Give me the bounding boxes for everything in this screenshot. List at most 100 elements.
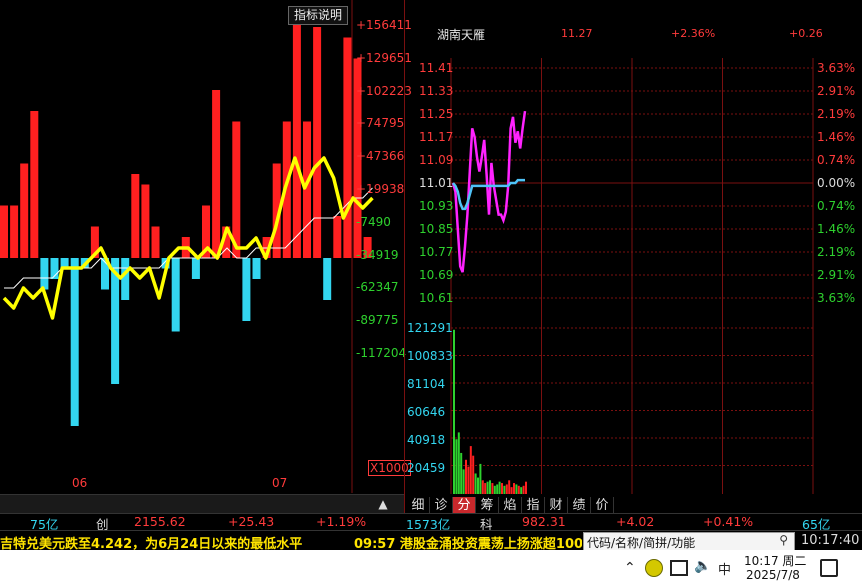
stock-change-pct: +2.36% <box>671 27 716 40</box>
pct-tick-label: 1.46% <box>817 222 856 236</box>
axis-tick-label: -7490 <box>356 214 391 229</box>
volume-bar <box>508 480 511 494</box>
axis-tick-label: -117204 <box>356 346 407 360</box>
volume-bar <box>520 487 523 494</box>
price-tick-label: 10.69 <box>419 268 454 282</box>
month-label: 06 <box>72 476 88 490</box>
axis-tick-label: -34919 <box>356 247 399 262</box>
pct-tick-label: 0.74% <box>817 153 856 167</box>
search-box[interactable]: 代码/名称/简拼/功能 ⚲ <box>583 532 795 551</box>
price-tick-label: 11.17 <box>419 130 454 144</box>
volume-bar <box>517 485 520 494</box>
flow-bar <box>171 258 180 332</box>
volume-bar <box>522 485 525 494</box>
chinext-change: +25.43 <box>228 514 275 529</box>
volume-bar <box>453 329 455 494</box>
chinext-pct: +1.19% <box>316 514 367 529</box>
view-tab-bar: 细诊分筹焰指财绩价 <box>407 494 647 515</box>
taskbar-date[interactable]: 2025/7/8 <box>746 568 800 582</box>
taskbar-time[interactable]: 10:17 周二 <box>744 552 806 569</box>
volume-bar <box>510 487 513 494</box>
flow-bar <box>30 111 39 258</box>
flow-bar <box>252 258 261 279</box>
flow-bar <box>343 37 352 258</box>
volume-bar <box>493 485 496 494</box>
left-chart-svg <box>0 0 374 493</box>
volume-bar <box>477 477 479 494</box>
app-tray-icon[interactable] <box>645 559 663 577</box>
volume-tick-label: 20459 <box>407 461 446 475</box>
flow-bar <box>212 90 221 258</box>
volume-tick-label: 60646 <box>407 405 446 419</box>
flow-bar <box>151 226 160 258</box>
volume-bar <box>465 459 467 494</box>
price-tick-label: 11.01 <box>419 176 454 190</box>
ime-indicator[interactable]: 中 <box>718 559 731 578</box>
windows-taskbar: ⌃ 🔈 中 10:17 周二 2025/7/8 <box>0 550 862 587</box>
pct-tick-label: 0.74% <box>817 199 856 213</box>
volume-bar <box>486 481 489 494</box>
axis-tick-label: -89775 <box>356 313 399 328</box>
volume-bar <box>496 484 499 494</box>
flow-bar <box>333 216 342 258</box>
volume-bar <box>498 481 501 494</box>
volume-bar <box>484 483 487 494</box>
axis-tick-label: +74795 <box>356 116 405 131</box>
network-icon[interactable] <box>670 560 688 576</box>
flow-bar <box>10 205 19 258</box>
indicator-help-button[interactable]: 指标说明 <box>288 6 348 25</box>
price-tick-label: 11.09 <box>419 153 454 167</box>
flow-bar <box>40 258 49 290</box>
pct-tick-label: 0.00% <box>817 176 856 190</box>
left-chart-panel: 指标说明 +156411 +129651 +102223 +74795 +47366 +1… <box>0 0 412 493</box>
volume-icon[interactable]: 🔈 <box>694 558 711 574</box>
star-change: +4.02 <box>616 514 655 529</box>
flow-bar <box>20 163 29 258</box>
volume-bar <box>467 466 470 494</box>
flow-bar <box>323 258 332 300</box>
volume-bar <box>462 469 465 494</box>
volume-tick-label: 100833 <box>407 349 453 363</box>
flow-bar <box>141 184 150 258</box>
volume-bar <box>460 452 463 494</box>
left-axis-labels: +156411 +129651 +102223 +74795 +47366 +19938-… <box>352 0 412 493</box>
pct-tick-label: 3.63% <box>817 61 856 75</box>
flow-bar <box>191 258 200 279</box>
price-tick-label: 11.25 <box>419 107 454 121</box>
volume-tick-label: 40918 <box>407 433 446 447</box>
intraday-chart: 11.41 11.33 11.25 11.17 11.09 11.01 10.93 10.85… <box>405 58 862 494</box>
volume-tick-label: 121291 <box>407 321 453 335</box>
price-tick-label: 10.93 <box>419 199 454 213</box>
month-label: 07 <box>272 476 288 490</box>
chevron-up-icon[interactable]: ⌃ <box>624 560 636 576</box>
price-tick-label: 11.41 <box>419 61 454 75</box>
volume-bar <box>481 480 484 494</box>
pct-tick-label: 1.46% <box>817 130 856 144</box>
flow-bar <box>313 27 322 258</box>
flow-bar <box>121 258 130 300</box>
news-ticker-row: 吉特兑美元跌至4.242，为6月24日以来的最低水平 09:57 港股金涌投资震… <box>0 530 862 552</box>
stock-name[interactable]: 湖南天雁 <box>437 26 485 43</box>
volume-tick-label: 81104 <box>407 377 446 391</box>
search-input[interactable]: 代码/名称/简拼/功能 <box>587 534 695 551</box>
volume-bar <box>505 484 508 494</box>
chinext-value: 2155.62 <box>134 514 186 529</box>
price-tick-label: 10.77 <box>419 245 454 259</box>
stock-header: 湖南天雁 11.27 +2.36% +0.26 <box>405 0 862 60</box>
left-scroll-bar: ▲ <box>0 494 404 514</box>
stock-price: 11.27 <box>561 27 593 40</box>
flow-bar <box>242 258 251 321</box>
volume-bar <box>513 483 515 494</box>
scroll-up-icon[interactable]: ▲ <box>376 497 390 511</box>
flow-bar <box>303 121 311 258</box>
stock-change: +0.26 <box>789 27 823 40</box>
search-icon[interactable]: ⚲ <box>779 533 788 547</box>
flow-bar <box>292 16 301 258</box>
axis-tick-label: -62347 <box>356 280 399 295</box>
axis-tick-label: +47366 <box>356 149 405 164</box>
notification-icon[interactable] <box>820 559 838 577</box>
price-tick-label: 10.85 <box>419 222 454 236</box>
star-pct: +0.41% <box>703 514 754 529</box>
flow-bar <box>131 174 140 258</box>
volume-bar <box>501 483 503 494</box>
